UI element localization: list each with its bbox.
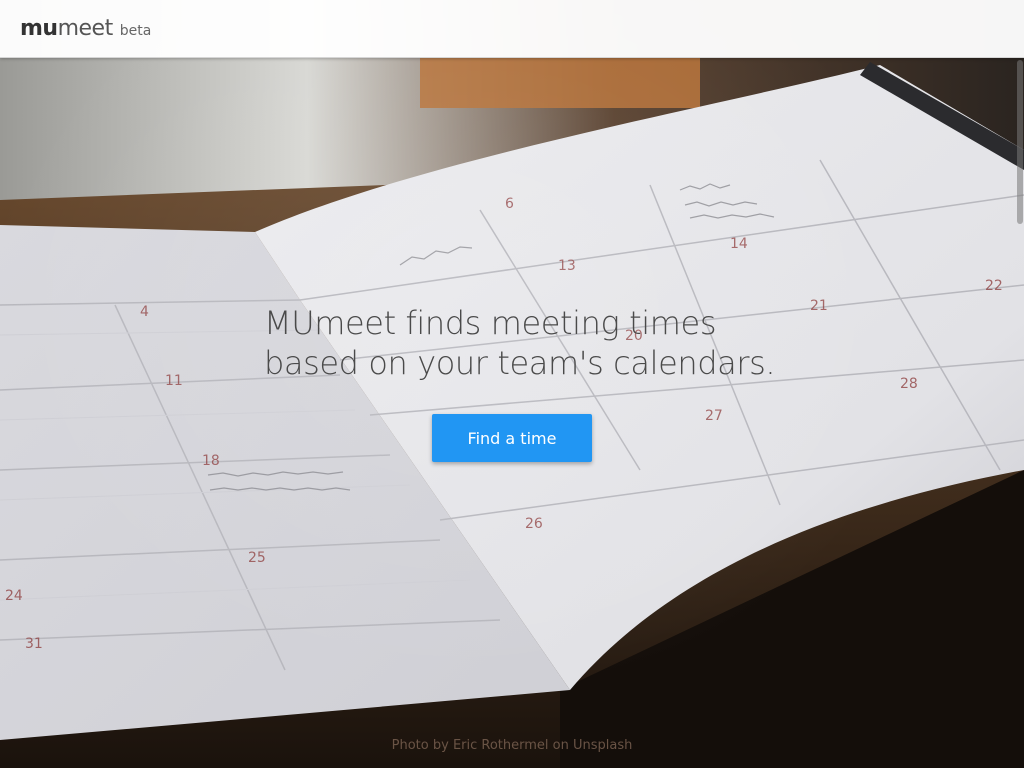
credit-site-link[interactable]: Unsplash: [573, 738, 632, 753]
logo-bold-text: mu: [20, 16, 58, 41]
logo-light-text: meet: [57, 16, 114, 41]
page-scrollbar[interactable]: [1017, 60, 1023, 224]
hero-headline-line-2: based on your team's calendars.: [264, 344, 776, 382]
beta-badge: beta: [119, 23, 152, 39]
top-navbar: mu meet beta: [0, 0, 1024, 58]
hero-headline: MUmeet finds meeting times based on your…: [264, 303, 784, 383]
find-a-time-button[interactable]: Find a time: [432, 414, 592, 462]
hero-tint-overlay: [0, 0, 1024, 768]
photo-credit: Photo by Eric Rothermel on Unsplash: [0, 738, 1024, 753]
credit-middle: on: [548, 738, 573, 753]
credit-prefix: Photo by: [391, 738, 453, 753]
logo-link[interactable]: mu meet beta: [20, 16, 151, 41]
credit-author-link[interactable]: Eric Rothermel: [453, 738, 549, 753]
hero-headline-line-1: MUmeet finds meeting times: [264, 304, 717, 342]
